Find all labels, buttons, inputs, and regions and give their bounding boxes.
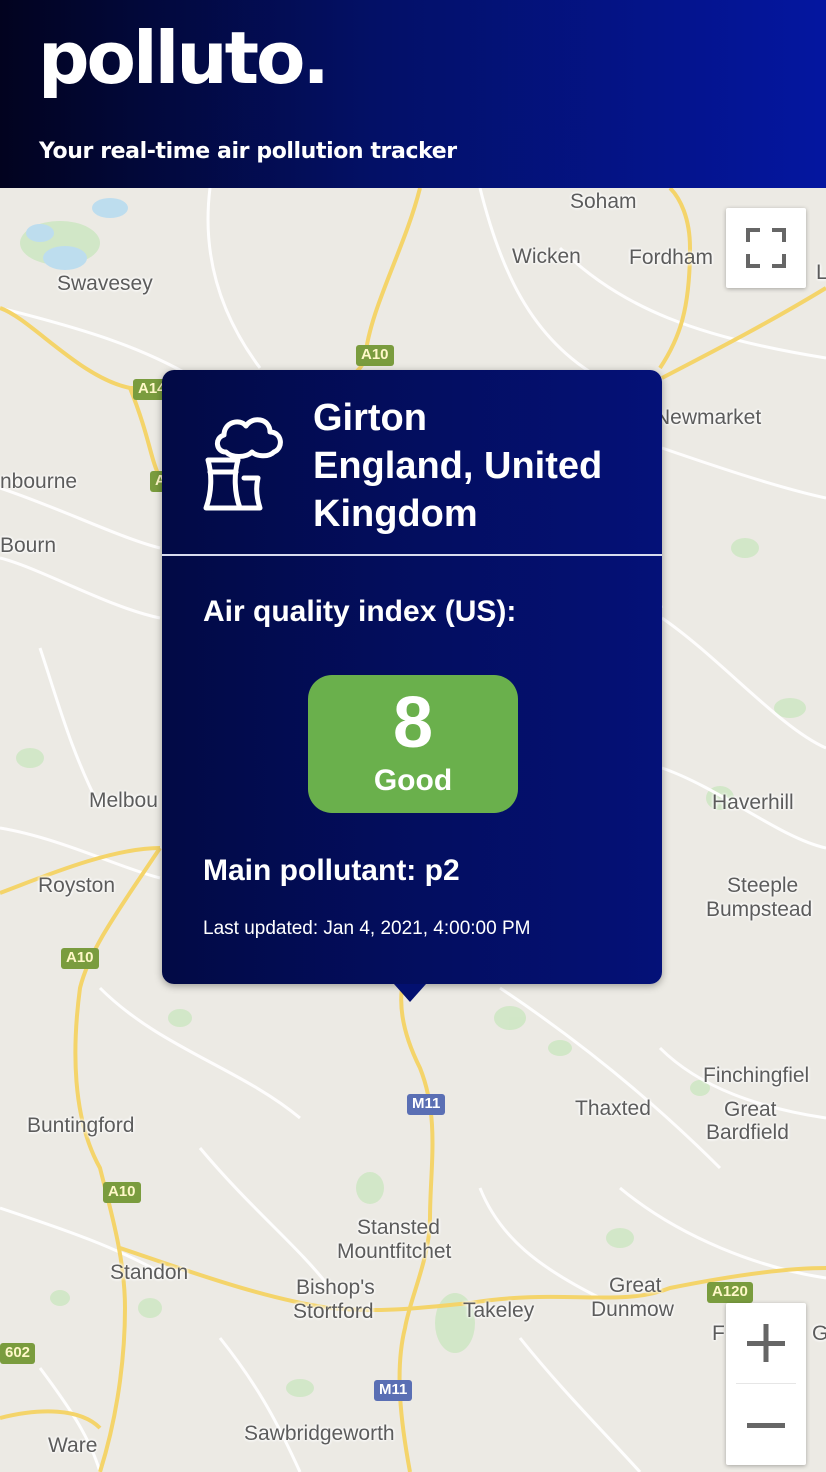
map-label: Bumpstead — [706, 898, 813, 921]
map-label: Ware — [48, 1434, 98, 1457]
map-label: nbourne — [0, 470, 78, 493]
map-label: Newmarket — [655, 406, 762, 429]
app-tagline: Your real-time air pollution tracker — [39, 139, 457, 164]
fullscreen-icon — [746, 228, 786, 268]
map-label: Dunmow — [591, 1298, 674, 1321]
map-label: G — [812, 1322, 826, 1345]
pollutant-value: p2 — [424, 854, 460, 887]
location-info-popup: Girton England, United Kingdom Air quali… — [162, 370, 662, 984]
fullscreen-button[interactable] — [726, 208, 806, 288]
popup-pointer — [394, 984, 426, 1002]
map-label: Mountfitchet — [337, 1240, 452, 1263]
map-label: Takeley — [463, 1299, 535, 1322]
road-shield: A10 — [61, 948, 99, 969]
zoom-control — [726, 1303, 806, 1465]
map-label: Finchingfiel — [703, 1064, 810, 1087]
zoom-separator — [736, 1383, 796, 1384]
aqi-status: Good — [373, 764, 453, 797]
road-shield: M11 — [407, 1094, 446, 1115]
map-label: Buntingford — [27, 1114, 135, 1137]
map-label: Bardfield — [706, 1121, 789, 1144]
map-label: Bishop's — [296, 1276, 375, 1299]
aqi-value: 8 — [392, 683, 434, 763]
map-label: F — [712, 1322, 725, 1345]
popup-header: Girton England, United Kingdom — [162, 370, 662, 554]
main-pollutant: Main pollutant: p2 — [203, 854, 460, 888]
region-name: England, United Kingdom — [313, 445, 603, 535]
zoom-in-button[interactable] — [726, 1303, 806, 1383]
road-shield: A120 — [707, 1282, 753, 1303]
map-label: Thaxted — [575, 1097, 651, 1120]
road-shield: M11 — [374, 1380, 413, 1401]
map-label: Steeple — [727, 874, 799, 897]
plus-icon — [747, 1324, 785, 1362]
app-header: polluto. Your real-time air pollution tr… — [0, 0, 826, 188]
last-updated: Last updated: Jan 4, 2021, 4:00:00 PM — [203, 918, 531, 939]
city-name: Girton — [313, 397, 427, 439]
map-label: Sawbridgeworth — [244, 1422, 395, 1445]
map-label: Swavesey — [57, 272, 153, 295]
map-label: Standon — [110, 1261, 189, 1284]
popup-divider — [162, 554, 662, 556]
map-label: Soham — [570, 190, 637, 213]
map-label: Great — [724, 1098, 777, 1121]
map-label: Wicken — [512, 245, 581, 268]
pollutant-label: Main pollutant: — [203, 854, 417, 887]
road-shield: A10 — [103, 1182, 141, 1203]
map-label: Bourn — [0, 534, 57, 557]
minus-icon — [747, 1423, 785, 1428]
aqi-badge: 8 Good — [308, 675, 518, 813]
aqi-label: Air quality index (US): — [203, 595, 517, 628]
map-label: Haverhill — [712, 791, 794, 814]
zoom-out-button[interactable] — [726, 1385, 806, 1465]
factory-smoke-icon — [203, 417, 283, 511]
map-label: Stansted — [357, 1216, 440, 1239]
popup-location: Girton England, United Kingdom — [313, 394, 643, 538]
map-label: Fordham — [629, 246, 714, 269]
map-label: L — [816, 261, 826, 284]
road-shield: A10 — [356, 345, 394, 366]
map-label: Stortford — [293, 1300, 374, 1323]
map-label: Melbou — [89, 789, 158, 812]
map-label: Royston — [38, 874, 116, 897]
road-shield: 602 — [0, 1343, 36, 1364]
map-label: Great — [609, 1274, 662, 1297]
app-logo: polluto. — [38, 16, 330, 100]
